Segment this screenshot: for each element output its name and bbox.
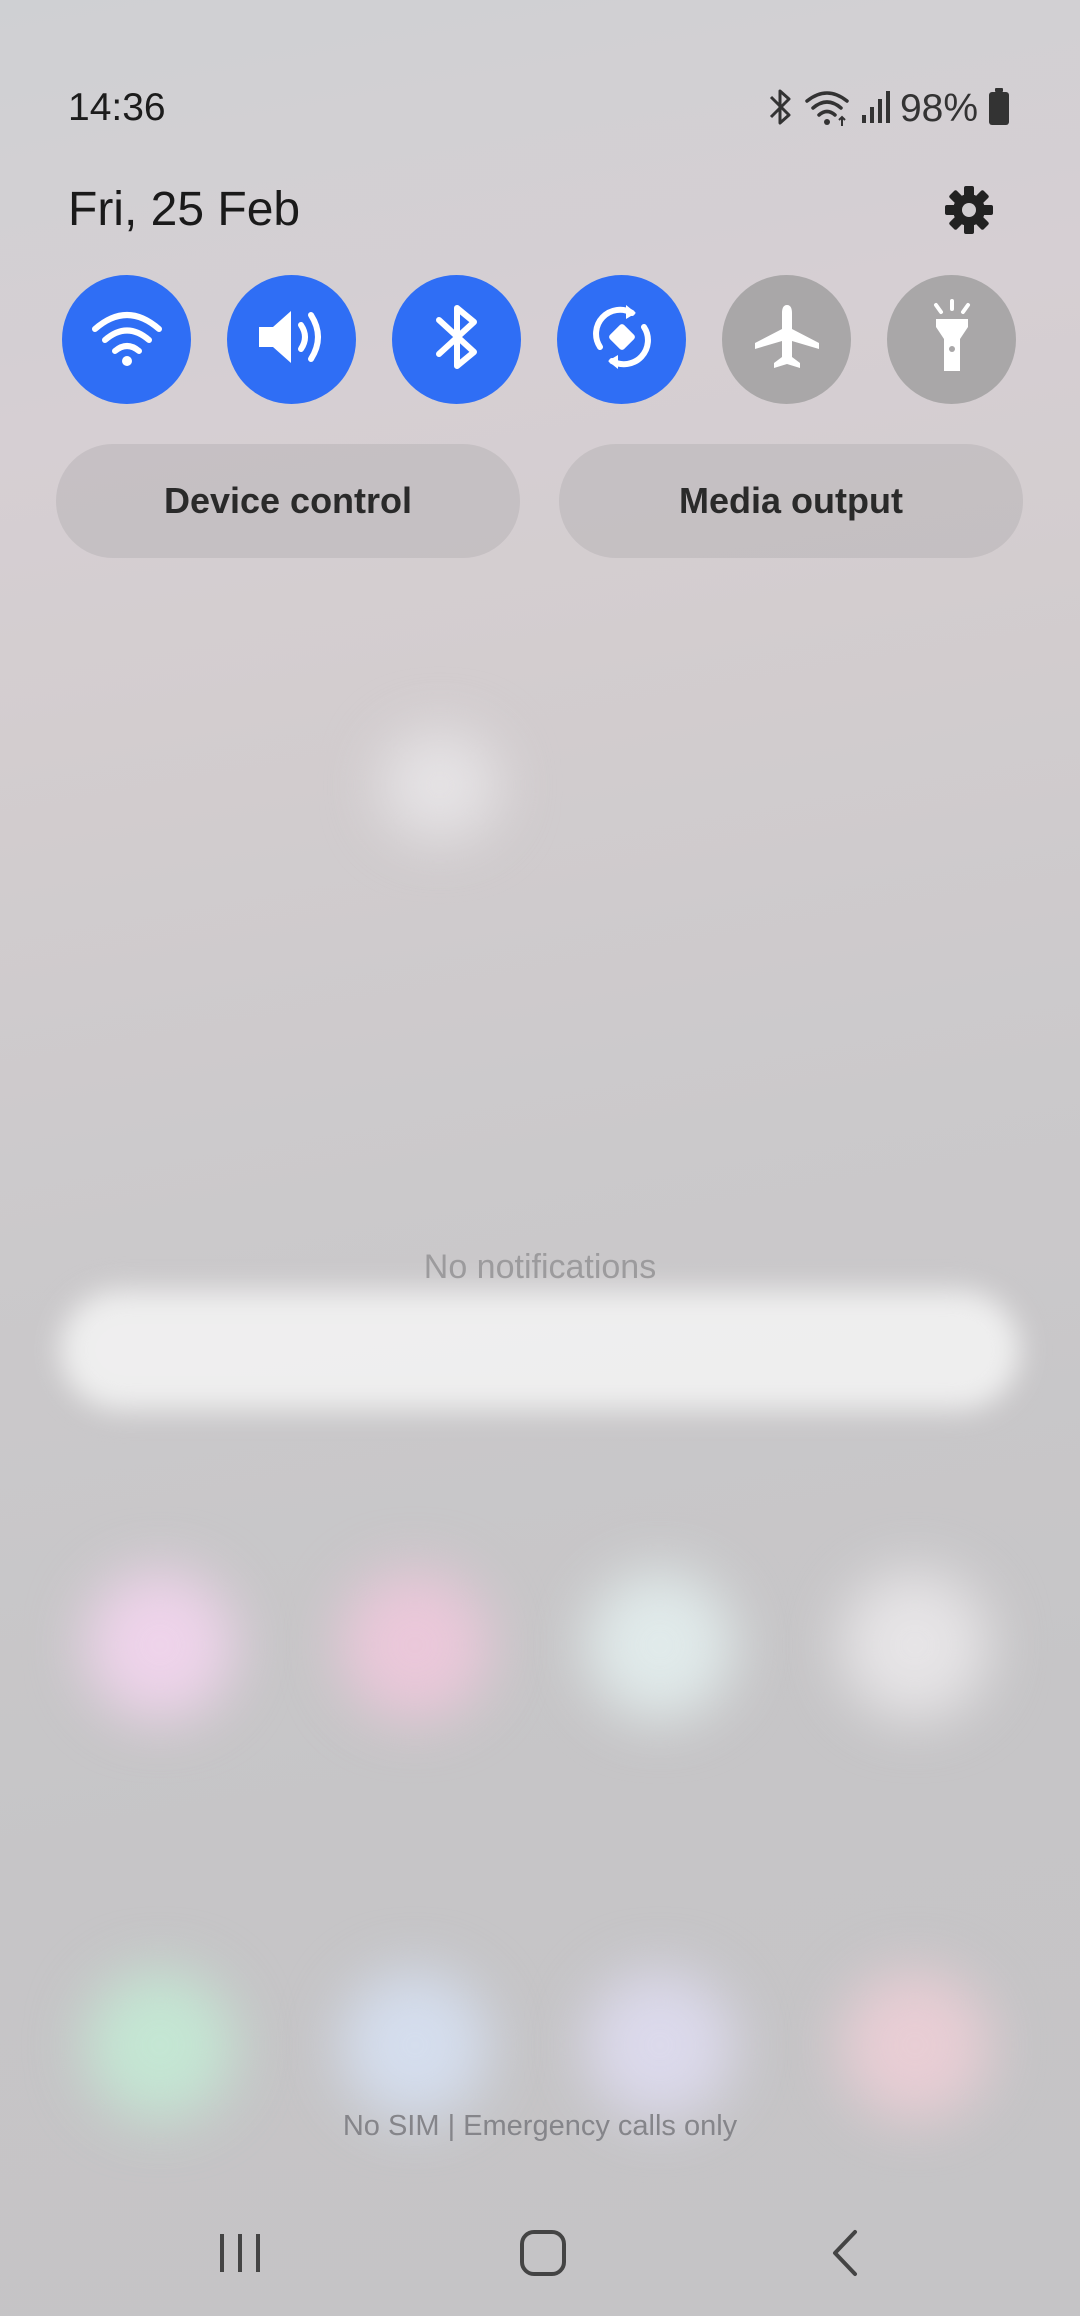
recents-icon [216,2230,264,2281]
airplane-mode-toggle[interactable] [722,275,851,404]
flashlight-toggle[interactable] [887,275,1016,404]
background-blur [380,730,500,840]
status-bar: 14:36 98% [0,0,1080,200]
auto-rotate-toggle[interactable] [557,275,686,404]
battery-percent: 98% [899,87,978,130]
background-blur [85,1970,235,2120]
background-blur [60,1290,1020,1410]
quick-settings-tiles [62,275,1016,404]
background-blur [85,1570,235,1720]
airplane-icon [751,301,823,378]
device-control-button[interactable]: Device control [56,444,520,558]
status-icons: 98% [768,84,1010,134]
media-output-button[interactable]: Media output [559,444,1023,558]
back-button[interactable] [805,2220,885,2290]
bluetooth-icon [768,87,794,132]
no-notifications-text: No notifications [423,1248,657,1286]
home-icon [518,2228,568,2283]
battery-icon [988,87,1010,131]
settings-button[interactable] [941,184,997,240]
flashlight-icon [922,299,982,380]
sound-toggle[interactable] [227,275,356,404]
panel-date: Fri, 25 Feb [68,183,301,236]
wifi-icon [804,87,850,132]
background-blur [340,1970,490,2120]
background-blur [840,1970,990,2120]
signal-icon [860,89,890,130]
background-blur [840,1570,990,1720]
sound-icon [255,305,329,374]
bluetooth-icon [432,302,482,377]
wifi-icon [90,307,164,372]
bluetooth-toggle[interactable] [392,275,521,404]
back-icon [827,2228,863,2283]
home-button[interactable] [503,2220,583,2290]
navigation-bar [0,2200,1080,2316]
status-time: 14:36 [68,86,166,129]
background-blur [585,1970,735,2120]
background-blur [585,1570,735,1720]
wifi-toggle[interactable] [62,275,191,404]
auto-rotate-icon [586,301,658,378]
background-blur [340,1570,490,1720]
recents-button[interactable] [200,2220,280,2290]
gear-icon [943,184,995,241]
sim-status-text: No SIM | Emergency calls only [342,2110,738,2142]
